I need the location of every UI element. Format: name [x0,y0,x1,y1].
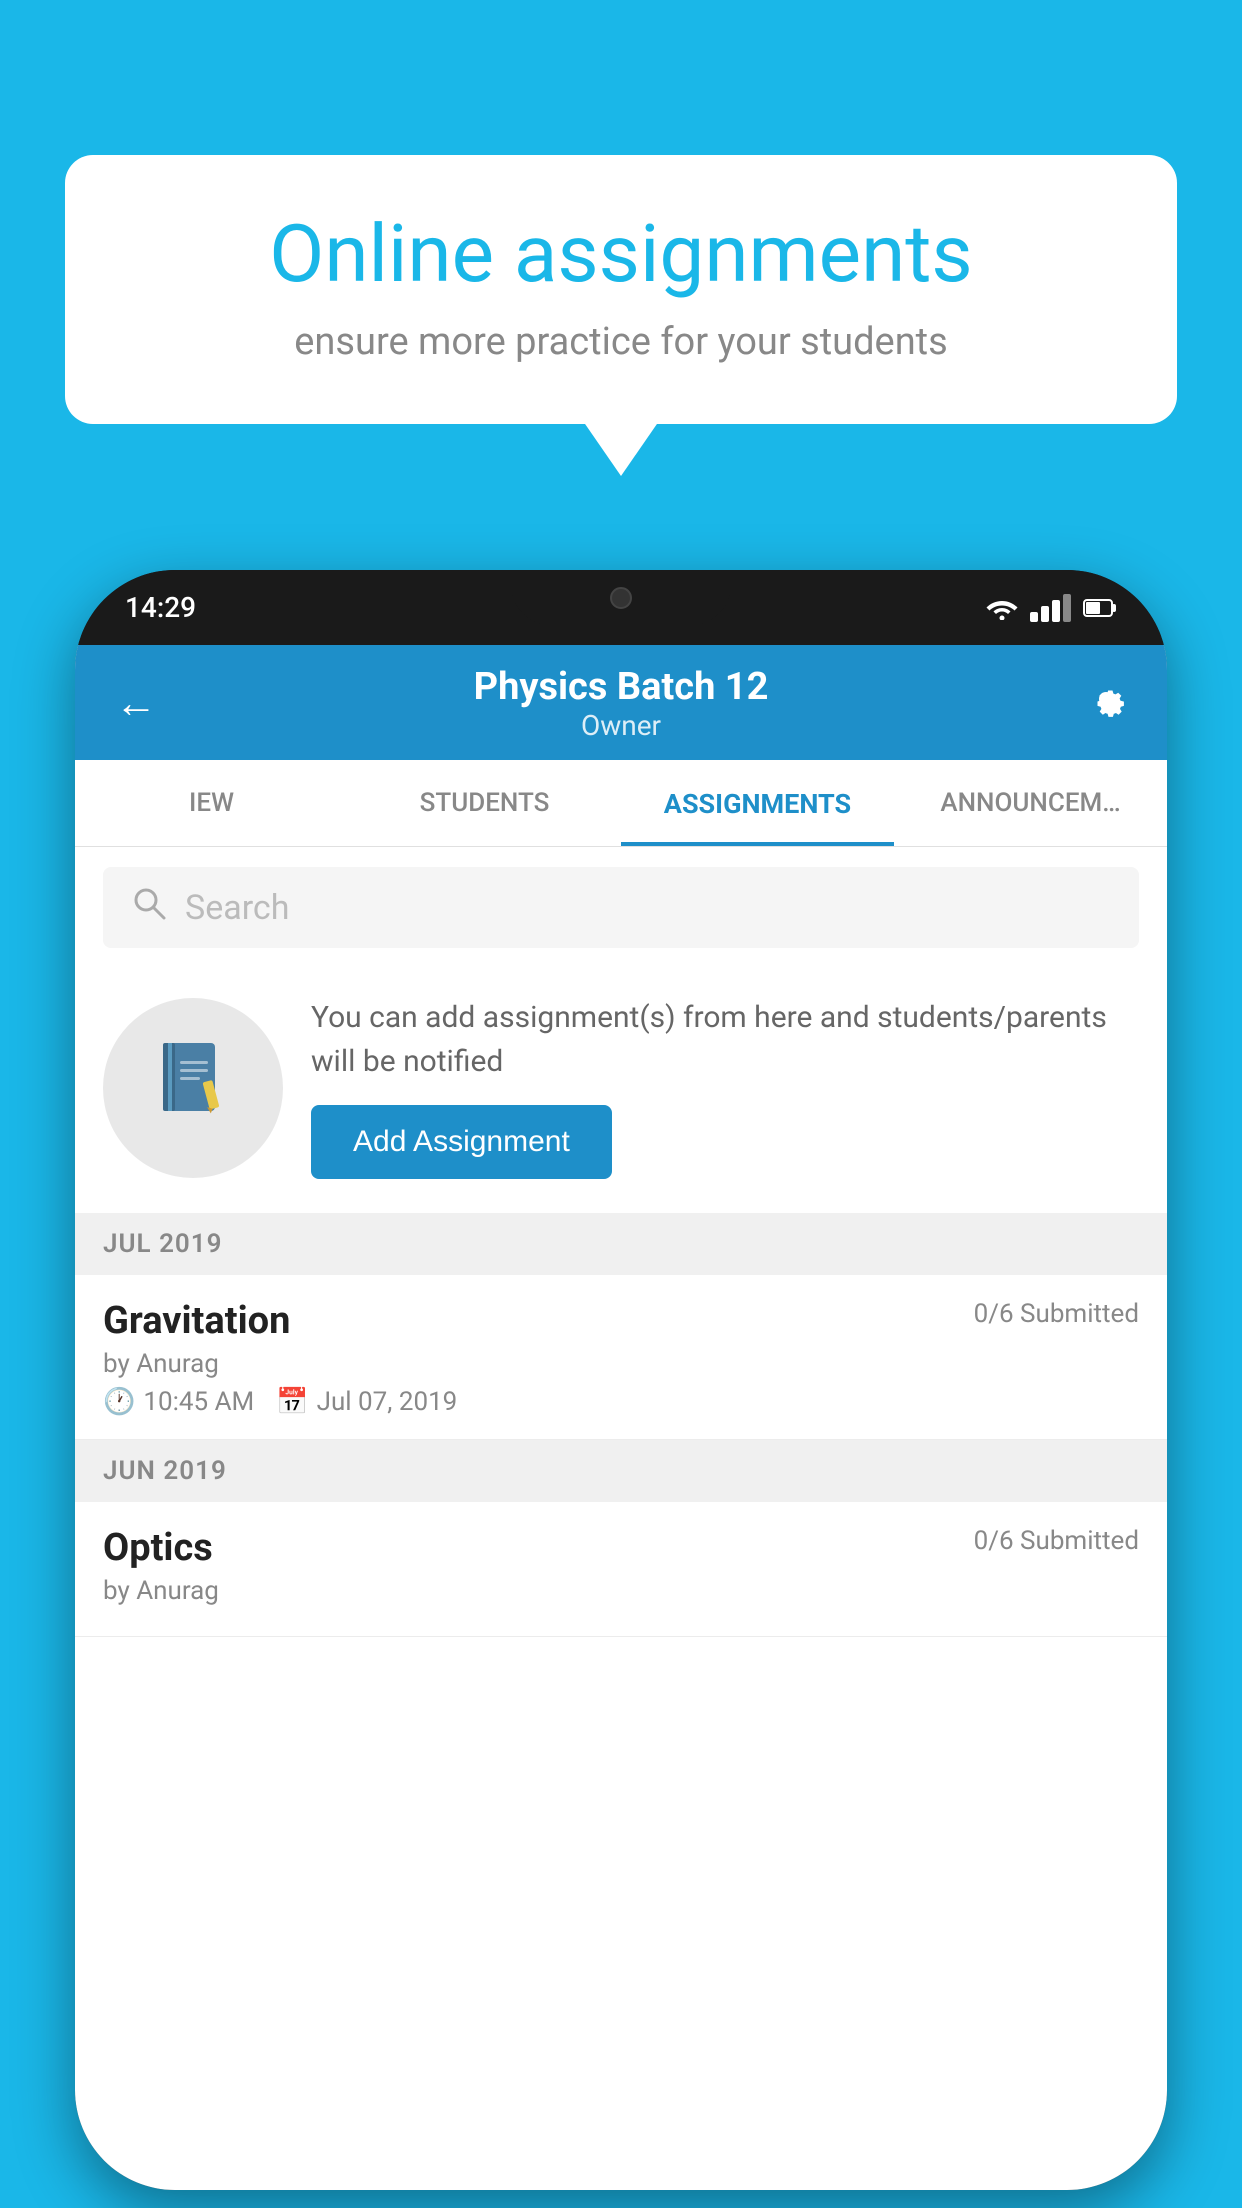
assignment-name: Gravitation [103,1299,290,1343]
search-container: Search [75,847,1167,968]
info-text-column: You can add assignment(s) from here and … [311,996,1139,1179]
assignment-item-gravitation[interactable]: Gravitation 0/6 Submitted by Anurag 🕐 10… [75,1275,1167,1440]
assignment-top-row-2: Optics 0/6 Submitted [103,1526,1139,1570]
phone-frame: 14:29 [75,570,1167,2190]
back-button[interactable]: ← [115,679,157,728]
search-input-placeholder: Search [185,888,289,928]
search-icon [131,885,167,930]
app-header: ← Physics Batch 12 Owner [75,645,1167,760]
wifi-icon [986,596,1018,620]
battery-icon [1083,598,1117,618]
assignment-meta: 🕐 10:45 AM 📅 Jul 07, 2019 [103,1387,1139,1417]
tab-students[interactable]: STUDENTS [348,760,621,846]
settings-button[interactable] [1085,678,1127,730]
add-assignment-button[interactable]: Add Assignment [311,1105,612,1179]
assignment-submitted-optics: 0/6 Submitted [974,1526,1139,1556]
search-bar[interactable]: Search [103,867,1139,948]
notebook-circle [103,998,283,1178]
calendar-icon: 📅 [276,1387,308,1417]
section-header-jun: JUN 2019 [75,1440,1167,1502]
status-bar: 14:29 [75,570,1167,645]
header-subtitle: Owner [474,709,769,742]
tab-bar: IEW STUDENTS ASSIGNMENTS ANNOUNCEM… [75,760,1167,847]
phone-screen: ← Physics Batch 12 Owner IEW STUDENTS AS… [75,645,1167,2190]
assignment-by-optics: by Anurag [103,1576,1139,1606]
assignment-item-optics[interactable]: Optics 0/6 Submitted by Anurag [75,1502,1167,1637]
section-header-jul: JUL 2019 [75,1213,1167,1275]
tab-iew[interactable]: IEW [75,760,348,846]
camera [610,587,632,609]
notebook-icon [148,1033,238,1143]
info-description: You can add assignment(s) from here and … [311,996,1139,1083]
tab-announcements[interactable]: ANNOUNCEM… [894,760,1167,846]
info-card: You can add assignment(s) from here and … [75,968,1167,1213]
assignment-top-row: Gravitation 0/6 Submitted [103,1299,1139,1343]
signal-icon [1030,594,1071,622]
speech-bubble-title: Online assignments [130,210,1112,298]
phone-notch [511,570,731,625]
header-center: Physics Batch 12 Owner [474,665,769,742]
speech-bubble-subtitle: ensure more practice for your students [130,320,1112,364]
tab-assignments[interactable]: ASSIGNMENTS [621,760,894,846]
assignment-by: by Anurag [103,1349,1139,1379]
meta-date: 📅 Jul 07, 2019 [276,1387,457,1417]
status-time: 14:29 [125,591,196,624]
status-icons [986,594,1117,622]
header-title: Physics Batch 12 [474,665,769,709]
assignment-submitted: 0/6 Submitted [974,1299,1139,1329]
speech-bubble-container: Online assignments ensure more practice … [65,155,1177,424]
meta-time: 🕐 10:45 AM [103,1387,254,1417]
gear-icon [1085,678,1127,720]
speech-bubble: Online assignments ensure more practice … [65,155,1177,424]
assignment-name-optics: Optics [103,1526,213,1570]
clock-icon: 🕐 [103,1387,135,1417]
